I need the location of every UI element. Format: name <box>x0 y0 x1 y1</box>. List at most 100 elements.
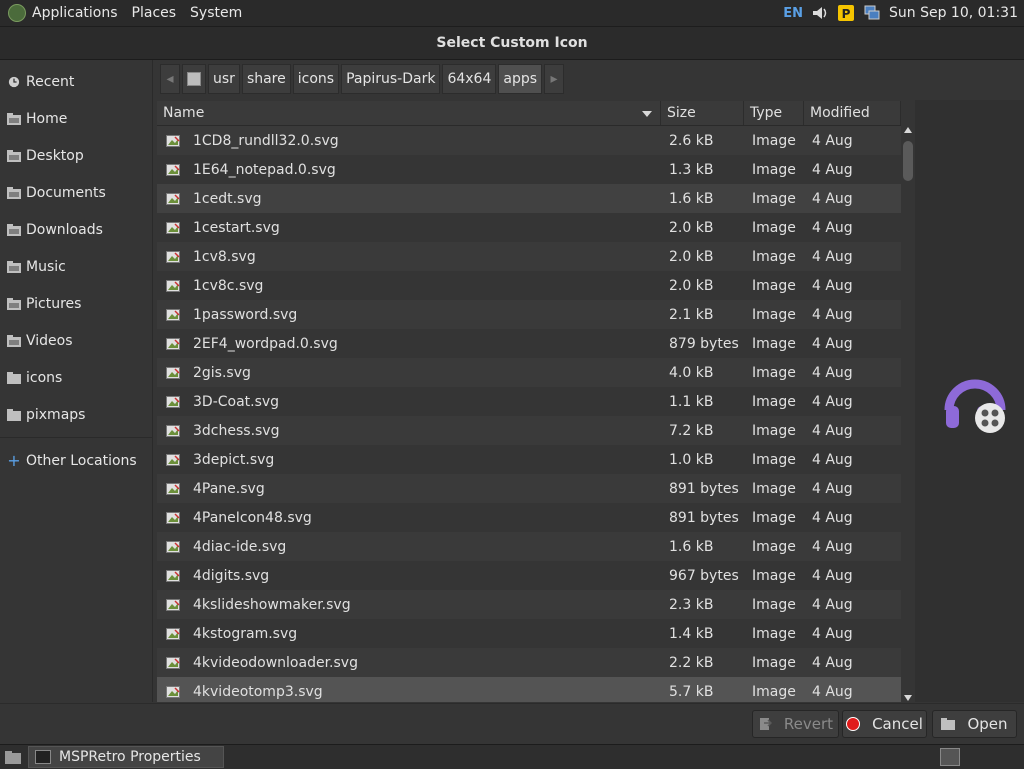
file-row[interactable]: 1cedt.svg 1.6 kB Image 4 Aug <box>157 184 901 213</box>
dialog-titlebar[interactable]: Select Custom Icon <box>0 27 1024 60</box>
file-row[interactable]: 3depict.svg 1.0 kB Image 4 Aug <box>157 445 901 474</box>
file-row[interactable]: 1CD8_rundll32.0.svg 2.6 kB Image 4 Aug <box>157 126 901 155</box>
places-sidebar: Recent Home Desktop Documents Downloads … <box>0 60 153 702</box>
keyboard-layout-indicator[interactable]: EN <box>783 6 803 21</box>
file-type: Image <box>752 277 796 294</box>
file-row[interactable]: 1password.svg 2.1 kB Image 4 Aug <box>157 300 901 329</box>
sidebar-item-videos[interactable]: Videos <box>0 322 152 359</box>
file-name-cell: 1password.svg <box>157 307 661 323</box>
file-name: 1cestart.svg <box>193 219 280 236</box>
sidebar-item-music[interactable]: Music <box>0 248 152 285</box>
cancel-label: Cancel <box>872 715 923 733</box>
sort-descending-icon <box>642 111 652 117</box>
menu-places[interactable]: Places <box>132 5 177 21</box>
recent-icon <box>8 76 20 87</box>
cancel-button[interactable]: Cancel <box>842 710 927 738</box>
file-size: 891 bytes <box>669 509 739 526</box>
column-header-modified[interactable]: Modified <box>804 101 901 125</box>
path-scroll-left-button[interactable]: ◂ <box>160 63 180 94</box>
sidebar-item-recent[interactable]: Recent <box>0 63 152 100</box>
file-type: Image <box>752 219 796 236</box>
file-name-cell: 1cv8c.svg <box>157 278 661 294</box>
sidebar-item-home[interactable]: Home <box>0 100 152 137</box>
file-name: 1cv8.svg <box>193 248 256 265</box>
file-row[interactable]: 3D-Coat.svg 1.1 kB Image 4 Aug <box>157 387 901 416</box>
sidebar-item-pictures[interactable]: Pictures <box>0 285 152 322</box>
distro-logo-icon[interactable] <box>8 4 26 22</box>
taskbar-window-button[interactable]: MSPRetro Properties <box>28 746 224 768</box>
volume-icon[interactable] <box>811 4 829 22</box>
file-type: Image <box>752 364 796 381</box>
path-crumb-64x64[interactable]: 64x64 <box>442 63 497 94</box>
file-modified: 4 Aug <box>812 335 853 352</box>
file-row[interactable]: 4Pane.svg 891 bytes Image 4 Aug <box>157 474 901 503</box>
file-row[interactable]: 4kstogram.svg 1.4 kB Image 4 Aug <box>157 619 901 648</box>
folder-icon <box>7 371 21 384</box>
dialog-title: Select Custom Icon <box>436 35 588 51</box>
revert-button[interactable]: Revert <box>752 710 839 738</box>
column-header-name[interactable]: Name <box>157 101 661 125</box>
file-row[interactable]: 2gis.svg 4.0 kB Image 4 Aug <box>157 358 901 387</box>
menu-applications[interactable]: Applications <box>32 5 118 21</box>
sidebar-item-downloads[interactable]: Downloads <box>0 211 152 248</box>
parking-icon[interactable]: P <box>837 4 855 22</box>
file-name-cell: 1cv8.svg <box>157 249 661 265</box>
file-row[interactable]: 4PaneIcon48.svg 891 bytes Image 4 Aug <box>157 503 901 532</box>
file-row[interactable]: 4kslideshowmaker.svg 2.3 kB Image 4 Aug <box>157 590 901 619</box>
file-size: 1.0 kB <box>669 451 714 468</box>
file-row[interactable]: 4digits.svg 967 bytes Image 4 Aug <box>157 561 901 590</box>
sidebar-item-documents[interactable]: Documents <box>0 174 152 211</box>
sidebar-item-pixmaps[interactable]: pixmaps <box>0 396 152 433</box>
path-crumb-share[interactable]: share <box>241 63 291 94</box>
clock[interactable]: Sun Sep 10, 01:31 <box>889 5 1018 21</box>
menu-system[interactable]: System <box>190 5 242 21</box>
file-row[interactable]: 2EF4_wordpad.0.svg 879 bytes Image 4 Aug <box>157 329 901 358</box>
path-crumb-apps[interactable]: apps <box>498 63 543 94</box>
scroll-down-arrow-icon[interactable] <box>904 695 912 701</box>
file-size: 2.1 kB <box>669 306 714 323</box>
file-list: Name Size Type Modified 1CD8_rundll32.0.… <box>157 101 901 702</box>
downloads-folder-icon <box>7 223 21 236</box>
file-name-cell: 3depict.svg <box>157 452 661 468</box>
file-name: 1cedt.svg <box>193 190 262 207</box>
pictures-folder-icon <box>7 297 21 310</box>
scrollbar-thumb[interactable] <box>903 141 913 181</box>
sidebar-item-icons[interactable]: icons <box>0 359 152 396</box>
file-row[interactable]: 3dchess.svg 7.2 kB Image 4 Aug <box>157 416 901 445</box>
path-scroll-right-button[interactable]: ▸ <box>544 63 565 94</box>
image-file-icon <box>166 540 180 553</box>
file-type: Image <box>752 335 796 352</box>
file-row[interactable]: 4diac-ide.svg 1.6 kB Image 4 Aug <box>157 532 901 561</box>
file-modified: 4 Aug <box>812 132 853 149</box>
sidebar-item-desktop[interactable]: Desktop <box>0 137 152 174</box>
column-header-type[interactable]: Type <box>744 101 804 125</box>
file-name-cell: 1CD8_rundll32.0.svg <box>157 133 661 149</box>
file-row[interactable]: 1cestart.svg 2.0 kB Image 4 Aug <box>157 213 901 242</box>
revert-icon <box>759 718 772 730</box>
file-row[interactable]: 1cv8c.svg 2.0 kB Image 4 Aug <box>157 271 901 300</box>
sidebar-item-other-locations[interactable]: + Other Locations <box>0 442 152 479</box>
column-header-size[interactable]: Size <box>661 101 744 125</box>
cancel-record-icon <box>846 717 861 731</box>
file-size: 2.2 kB <box>669 654 714 671</box>
file-type: Image <box>752 393 796 410</box>
file-size: 1.6 kB <box>669 538 714 555</box>
path-crumb-usr[interactable]: usr <box>208 63 240 94</box>
scroll-up-arrow-icon[interactable] <box>904 127 912 133</box>
file-row[interactable]: 4kvideotomp3.svg 5.7 kB Image 4 Aug <box>157 677 901 702</box>
open-button[interactable]: Open <box>932 710 1017 738</box>
path-crumb-papirus-dark[interactable]: Papirus-Dark <box>341 63 441 94</box>
network-icon[interactable] <box>863 4 881 22</box>
workspace-switcher[interactable] <box>940 748 960 766</box>
file-row[interactable]: 4kvideodownloader.svg 2.2 kB Image 4 Aug <box>157 648 901 677</box>
file-row[interactable]: 1E64_notepad.0.svg 1.3 kB Image 4 Aug <box>157 155 901 184</box>
image-file-icon <box>166 627 180 640</box>
image-file-icon <box>166 598 180 611</box>
folder-icon <box>7 408 21 421</box>
sidebar-item-label: pixmaps <box>26 406 86 423</box>
path-root-button[interactable] <box>182 63 206 94</box>
show-desktop-icon[interactable] <box>4 749 22 765</box>
vertical-scrollbar[interactable] <box>902 125 914 703</box>
file-row[interactable]: 1cv8.svg 2.0 kB Image 4 Aug <box>157 242 901 271</box>
path-crumb-icons[interactable]: icons <box>292 63 340 94</box>
